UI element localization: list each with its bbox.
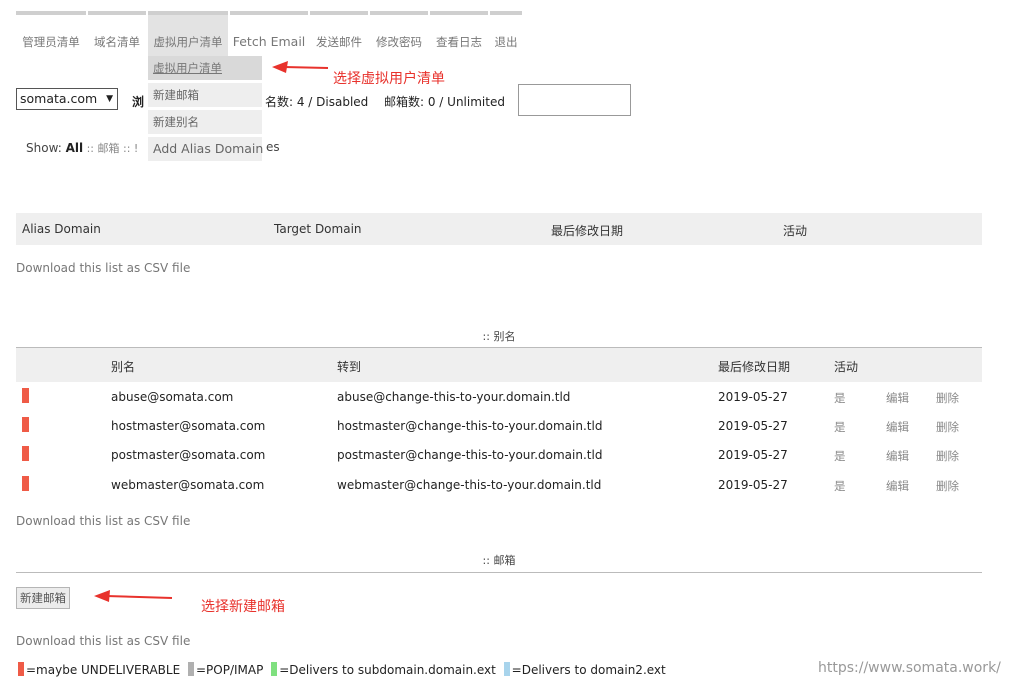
table-row: postmaster@somata.com postmaster@change-… bbox=[16, 440, 982, 469]
edit-link[interactable]: 编辑 bbox=[886, 419, 909, 435]
delete-link[interactable]: 删除 bbox=[936, 390, 959, 406]
alias-section-title: :: 别名 bbox=[482, 330, 516, 343]
alias-table-header: 别名 转到 最后修改日期 活动 bbox=[16, 348, 982, 382]
mailbox-section-title: :: 邮箱 bbox=[482, 554, 516, 567]
edit-link[interactable]: 编辑 bbox=[886, 448, 909, 464]
filter-all[interactable]: All bbox=[66, 141, 84, 155]
dropdown-add-alias-domain[interactable]: Add Alias Domain bbox=[148, 137, 263, 161]
menu-view-log[interactable]: 查看日志 bbox=[430, 11, 488, 57]
legend-swatch bbox=[18, 662, 24, 676]
alias-count: 名数: 4 / Disabled bbox=[265, 95, 369, 109]
legend-swatch bbox=[188, 662, 194, 676]
alias-domain-table-header: Alias Domain Target Domain 最后修改日期 活动 bbox=[16, 213, 982, 245]
alias-csv-link[interactable]: Download this list as CSV file bbox=[16, 514, 190, 528]
mailbox-count: 邮箱数: 0 / Unlimited bbox=[384, 95, 505, 109]
delete-link[interactable]: 删除 bbox=[936, 419, 959, 435]
edit-link[interactable]: 编辑 bbox=[886, 478, 909, 494]
edit-link[interactable]: 编辑 bbox=[886, 390, 909, 406]
undeliverable-marker bbox=[22, 476, 29, 491]
caret-down-icon: ▼ bbox=[106, 94, 113, 104]
domain-select-value: somata.com bbox=[20, 91, 98, 106]
dropdown-new-alias[interactable]: 新建别名 bbox=[148, 110, 262, 134]
active-toggle[interactable]: 是 bbox=[834, 390, 846, 406]
dropdown-new-mailbox[interactable]: 新建邮箱 bbox=[148, 83, 262, 107]
annotation-new-mailbox: 选择新建邮箱 bbox=[201, 599, 285, 615]
table-row: webmaster@somata.com webmaster@change-th… bbox=[16, 470, 982, 499]
filter-mailbox[interactable]: :: 邮箱 :: ! bbox=[83, 142, 139, 155]
menu-logout[interactable]: 退出 bbox=[490, 11, 522, 57]
active-toggle[interactable]: 是 bbox=[834, 419, 846, 435]
table-row: abuse@somata.com abuse@change-this-to-yo… bbox=[16, 382, 982, 411]
mailbox-csv-link[interactable]: Download this list as CSV file bbox=[16, 634, 190, 648]
delete-link[interactable]: 删除 bbox=[936, 448, 959, 464]
search-input[interactable] bbox=[518, 84, 631, 116]
menu-send-email[interactable]: 发送邮件 bbox=[310, 11, 368, 57]
divider bbox=[16, 572, 982, 573]
virtual-list-dropdown: 虚拟用户清单 新建邮箱 新建别名 Add Alias Domain bbox=[148, 56, 263, 164]
menu-admin-list[interactable]: 管理员清单 bbox=[16, 11, 86, 57]
menu-change-password[interactable]: 修改密码 bbox=[370, 11, 428, 57]
annotation-arrow-icon bbox=[94, 590, 173, 602]
watermark: https://www.somata.work/ bbox=[818, 660, 1001, 676]
stats-label: 浏 bbox=[132, 95, 145, 109]
legend-swatch bbox=[503, 662, 510, 676]
show-filter: Show: All :: 邮箱 :: ! bbox=[26, 141, 139, 155]
menu-domain-list[interactable]: 域名清单 bbox=[88, 11, 146, 57]
active-toggle[interactable]: 是 bbox=[834, 448, 846, 464]
table-row: hostmaster@somata.com hostmaster@change-… bbox=[16, 411, 982, 440]
active-toggle[interactable]: 是 bbox=[834, 478, 846, 494]
filter-tail: es bbox=[266, 140, 280, 154]
undeliverable-marker bbox=[22, 388, 29, 403]
annotation-arrow-icon bbox=[272, 61, 329, 73]
delete-link[interactable]: 删除 bbox=[936, 478, 959, 494]
legend-swatch bbox=[271, 662, 278, 676]
menu-fetch-email[interactable]: Fetch Email bbox=[230, 11, 308, 57]
annotation-virtual-list: 选择虚拟用户清单 bbox=[333, 71, 445, 87]
menu-virtual-list[interactable]: 虚拟用户清单 bbox=[148, 11, 228, 57]
domain-select[interactable]: somata.com ▼ bbox=[16, 88, 118, 110]
undeliverable-marker bbox=[22, 417, 29, 432]
new-mailbox-button[interactable]: 新建邮箱 bbox=[16, 587, 70, 609]
legend: =maybe UNDELIVERABLE =POP/IMAP =Delivers… bbox=[18, 662, 666, 677]
dropdown-virtual-list[interactable]: 虚拟用户清单 bbox=[148, 56, 262, 80]
alias-domain-csv-link[interactable]: Download this list as CSV file bbox=[16, 261, 190, 275]
undeliverable-marker bbox=[22, 446, 29, 461]
